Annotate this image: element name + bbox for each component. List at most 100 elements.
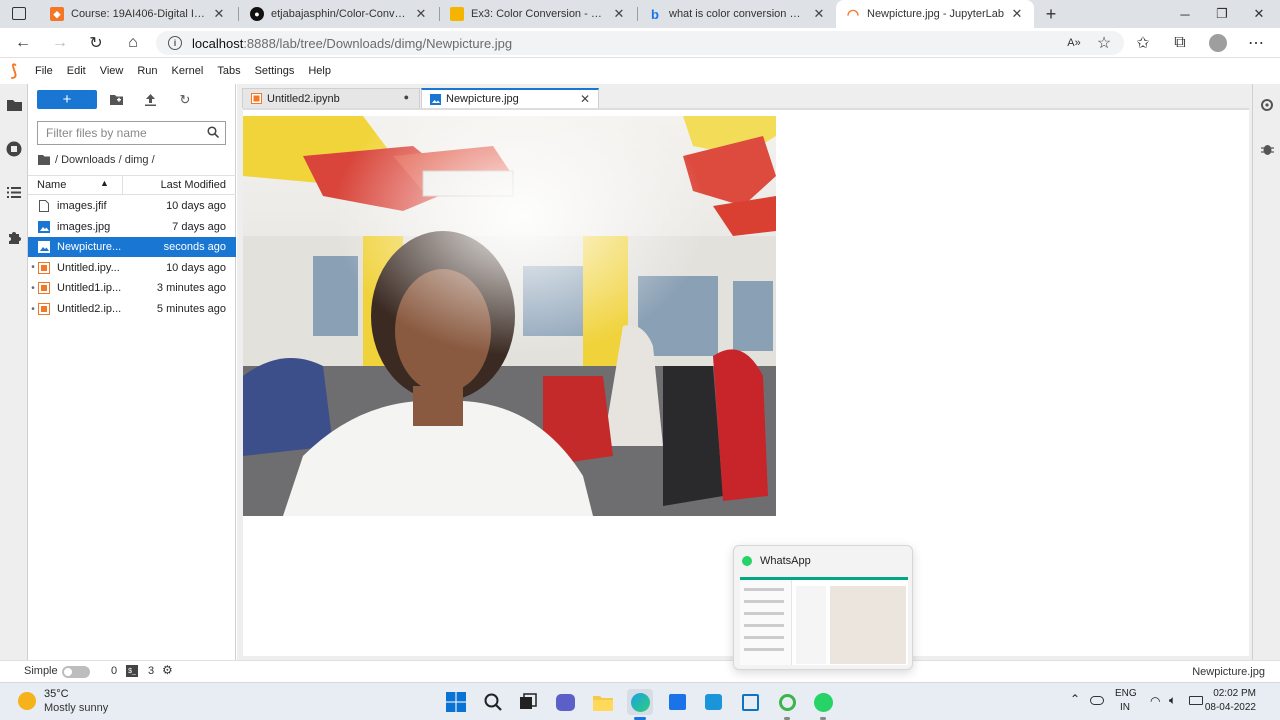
folder-icon[interactable] <box>0 92 28 118</box>
file-icon <box>39 200 49 212</box>
extensions-icon[interactable] <box>0 224 28 250</box>
browser-tab-jupyterlab[interactable]: ◠ Newpicture.jpg - JupyterLab ✕ <box>836 0 1034 28</box>
menu-file[interactable]: File <box>28 65 60 77</box>
kernel-count[interactable]: 3 <box>148 665 154 677</box>
simple-mode-label: Simple <box>24 665 58 677</box>
minimize-button[interactable]: ─ <box>1166 0 1204 28</box>
file-row[interactable]: • Untitled1.ip... 3 minutes ago <box>28 278 236 298</box>
browser-tab-bing[interactable]: b what is color conversion of an im ✕ <box>638 0 836 28</box>
menu-help[interactable]: Help <box>301 65 338 77</box>
breadcrumb[interactable]: / Downloads / dimg / <box>38 152 155 168</box>
url-path: :8888/lab/tree/Downloads/dimg/Newpicture… <box>243 35 513 51</box>
maximize-button[interactable]: ❐ <box>1203 0 1241 28</box>
file-row[interactable]: images.jfif 10 days ago <box>28 196 236 216</box>
more-options-icon[interactable]: ⋯ <box>1244 32 1268 54</box>
read-aloud-icon[interactable]: A» <box>1062 32 1086 54</box>
doc-tab-title: Untitled2.ipynb <box>267 92 340 105</box>
refresh-button[interactable]: ↻ <box>84 32 108 54</box>
menu-view[interactable]: View <box>93 65 131 77</box>
new-folder-icon[interactable] <box>106 91 126 108</box>
new-tab-button[interactable]: + <box>1040 3 1062 25</box>
file-modified: 3 minutes ago <box>156 282 226 295</box>
menu-edit[interactable]: Edit <box>60 65 93 77</box>
profile-avatar[interactable] <box>1209 34 1227 52</box>
weather-temp[interactable]: 35°C <box>44 688 69 700</box>
language-code[interactable]: ENG <box>1115 688 1137 699</box>
add-favorite-icon[interactable]: ☆ <box>1092 32 1116 54</box>
close-tab-icon[interactable]: ✕ <box>612 6 626 22</box>
new-launcher-button[interactable]: + <box>37 90 97 109</box>
task-view-icon[interactable] <box>515 689 541 715</box>
github-icon: ● <box>250 7 264 21</box>
search-icon[interactable] <box>480 689 506 715</box>
column-name[interactable]: Name <box>37 179 66 191</box>
wifi-icon[interactable]: ◠ <box>1150 694 1160 708</box>
menu-kernel[interactable]: Kernel <box>165 65 211 77</box>
menu-tabs[interactable]: Tabs <box>210 65 247 77</box>
app-icon-blue[interactable] <box>700 689 726 715</box>
browser-tab-github[interactable]: ● etjabajasphin/Color-Conversion ✕ <box>240 0 438 28</box>
back-button[interactable]: ← <box>11 32 35 54</box>
upload-icon[interactable] <box>140 91 160 108</box>
table-of-contents-icon[interactable] <box>0 179 28 205</box>
file-row[interactable]: • Untitled.ipy... 10 days ago <box>28 258 236 278</box>
browser-tab-slides[interactable]: Ex3: Color Conversion - Google S ✕ <box>440 0 636 28</box>
refresh-files-icon[interactable]: ↻ <box>175 91 195 108</box>
whatsapp-taskbar-icon[interactable] <box>810 689 836 715</box>
microsoft-store-icon[interactable] <box>664 689 690 715</box>
file-row[interactable]: Newpicture... seconds ago <box>28 237 236 258</box>
file-row[interactable]: images.jpg 7 days ago <box>28 217 236 237</box>
file-row[interactable]: • Untitled2.ip... 5 minutes ago <box>28 299 236 319</box>
home-button[interactable]: ⌂ <box>121 32 145 54</box>
filter-placeholder: Filter files by name <box>46 126 147 140</box>
column-divider <box>122 176 123 194</box>
whatsapp-taskbar-preview[interactable]: WhatsApp <box>733 545 913 670</box>
edge-browser-icon[interactable] <box>627 689 653 715</box>
unsaved-dot-icon[interactable]: ● <box>404 92 409 102</box>
browser-tab-course[interactable]: ◆ Course: 19AI406-Digital Image P ✕ <box>40 0 236 28</box>
simple-mode-toggle[interactable] <box>62 666 90 678</box>
forward-button[interactable]: → <box>48 32 72 54</box>
menu-run[interactable]: Run <box>130 65 164 77</box>
filter-files-input[interactable]: Filter files by name <box>37 121 226 145</box>
column-last-modified[interactable]: Last Modified <box>161 179 226 191</box>
doc-tab-title: Newpicture.jpg <box>446 93 519 105</box>
menu-settings[interactable]: Settings <box>248 65 302 77</box>
left-sidebar <box>0 84 28 660</box>
close-window-button[interactable]: ✕ <box>1240 0 1278 28</box>
property-inspector-icon[interactable] <box>1253 92 1280 118</box>
right-sidebar <box>1252 84 1280 660</box>
start-button[interactable] <box>443 689 469 715</box>
debugger-icon[interactable] <box>1253 136 1280 162</box>
tab-separator <box>238 7 239 21</box>
address-bar[interactable]: i localhost:8888/lab/tree/Downloads/dimg… <box>156 31 1124 55</box>
close-tab-icon[interactable]: ✕ <box>812 6 826 22</box>
battery-icon[interactable] <box>1189 696 1203 705</box>
weather-sun-icon[interactable] <box>18 692 36 710</box>
show-hidden-icons-icon[interactable]: ⌃ <box>1070 692 1080 706</box>
app-icon-remote[interactable] <box>737 689 763 715</box>
weather-desc[interactable]: Mostly sunny <box>44 702 108 714</box>
clock-date[interactable]: 08-04-2022 <box>1205 702 1256 713</box>
favorites-icon[interactable]: ✩ <box>1131 32 1155 54</box>
volume-icon[interactable]: 🔈︎ <box>1169 693 1176 708</box>
file-explorer-icon[interactable] <box>590 689 616 715</box>
running-sessions-icon[interactable] <box>0 136 28 162</box>
site-info-icon[interactable]: i <box>168 36 182 50</box>
teams-chat-icon[interactable] <box>552 689 578 715</box>
language-region[interactable]: IN <box>1120 702 1130 713</box>
app-icon-green-ring[interactable] <box>774 689 800 715</box>
collections-icon[interactable]: ⧉ <box>1168 32 1192 54</box>
tab-title: Ex3: Color Conversion - Google S <box>471 8 606 20</box>
onedrive-cloud-icon[interactable] <box>1090 696 1104 705</box>
close-tab-icon[interactable]: ✕ <box>212 6 226 22</box>
clock-time[interactable]: 02:02 PM <box>1213 688 1256 699</box>
terminal-count[interactable]: 0 <box>111 665 117 677</box>
jupyter-status-bar: Simple 0 $_ 3 ⚙ Newpicture.jpg <box>0 660 1280 682</box>
doc-tab-untitled2[interactable]: Untitled2.ipynb ● <box>242 88 420 108</box>
close-tab-icon[interactable]: ✕ <box>1010 6 1024 22</box>
doc-tab-newpicture[interactable]: Newpicture.jpg ✕ <box>421 88 599 108</box>
tab-actions-icon[interactable] <box>12 7 26 20</box>
close-tab-icon[interactable]: ✕ <box>414 6 428 22</box>
close-doc-tab-icon[interactable]: ✕ <box>580 92 590 106</box>
